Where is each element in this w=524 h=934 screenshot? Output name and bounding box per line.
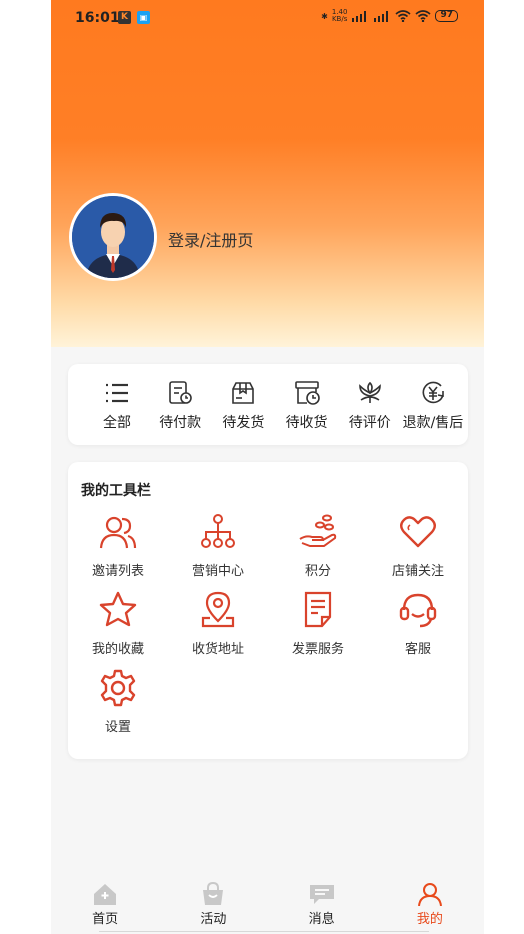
tool-settings-label: 设置 bbox=[104, 720, 131, 735]
tool-customer-service-label: 客服 bbox=[404, 642, 431, 657]
order-pending-review[interactable]: 待评价 bbox=[341, 380, 399, 445]
order-pending-receipt-label: 待收货 bbox=[285, 415, 328, 431]
invoice-icon bbox=[304, 591, 332, 628]
list-icon bbox=[106, 383, 128, 403]
message-icon bbox=[309, 885, 334, 904]
tab-mine[interactable]: 我的 bbox=[376, 874, 484, 934]
tool-marketing-center[interactable]: 营销中心 bbox=[168, 512, 268, 590]
flower-review-icon bbox=[358, 381, 381, 403]
businessman-avatar-icon bbox=[72, 196, 154, 278]
bottom-tab-bar: 首页 活动 消息 我的 bbox=[51, 874, 484, 934]
location-pin-icon bbox=[201, 591, 235, 628]
shopping-bag-icon bbox=[203, 882, 224, 905]
gear-icon bbox=[100, 669, 136, 707]
yen-refund-icon bbox=[422, 381, 444, 404]
tool-points-label: 积分 bbox=[304, 564, 331, 579]
wifi-2-icon bbox=[415, 10, 431, 22]
profile-header: 16:01 K ▣ ✱ 1.40 KB/s 97 登录/注册页 bbox=[51, 0, 484, 347]
user-icon bbox=[417, 883, 442, 906]
tab-messages[interactable]: 消息 bbox=[268, 874, 376, 934]
tool-store-follow-label: 店铺关注 bbox=[391, 564, 444, 579]
tool-points[interactable]: 积分 bbox=[268, 512, 368, 590]
battery-indicator: 97 bbox=[435, 10, 458, 22]
status-time: 16:01 bbox=[75, 10, 120, 26]
status-bar: 16:01 K ▣ ✱ 1.40 KB/s 97 bbox=[51, 0, 484, 36]
tab-mine-label: 我的 bbox=[416, 912, 443, 927]
heart-icon bbox=[400, 516, 436, 548]
box-clock-icon bbox=[294, 381, 320, 405]
bluetooth-icon: ✱ bbox=[321, 11, 328, 21]
order-refund[interactable]: 退款/售后 bbox=[402, 380, 464, 445]
tool-customer-service[interactable]: 客服 bbox=[368, 590, 468, 668]
tool-invite-list-label: 邀请列表 bbox=[91, 564, 144, 579]
tab-messages-label: 消息 bbox=[308, 912, 335, 927]
login-register-link[interactable]: 登录/注册页 bbox=[168, 227, 253, 251]
order-pending-payment[interactable]: 待付款 bbox=[151, 380, 209, 445]
tool-favorites-label: 我的收藏 bbox=[91, 642, 144, 657]
avatar[interactable] bbox=[69, 193, 157, 281]
phone-screen: 16:01 K ▣ ✱ 1.40 KB/s 97 登录/注册页 全部 待付款 待… bbox=[51, 0, 484, 934]
points-hand-icon bbox=[299, 514, 337, 547]
tool-store-follow[interactable]: 店铺关注 bbox=[368, 512, 468, 590]
notification-app2-icon: ▣ bbox=[137, 11, 150, 24]
tool-favorites[interactable]: 我的收藏 bbox=[68, 590, 168, 668]
users-icon bbox=[99, 516, 137, 549]
notification-app-icon: K bbox=[118, 11, 131, 24]
wifi-1-icon bbox=[395, 10, 411, 22]
tab-divider bbox=[99, 931, 429, 932]
tool-invite-list[interactable]: 邀请列表 bbox=[68, 512, 168, 590]
order-pending-review-label: 待评价 bbox=[348, 415, 391, 431]
order-all[interactable]: 全部 bbox=[88, 380, 146, 445]
signal-2-icon bbox=[374, 11, 389, 22]
tool-settings[interactable]: 设置 bbox=[68, 668, 168, 746]
tab-activity[interactable]: 活动 bbox=[159, 874, 267, 934]
status-right: ✱ 1.40 KB/s 97 bbox=[321, 9, 458, 23]
home-icon bbox=[94, 884, 117, 905]
network-speed: 1.40 KB/s bbox=[332, 9, 348, 23]
order-pending-receipt[interactable]: 待收货 bbox=[278, 380, 336, 445]
speed-unit: KB/s bbox=[331, 15, 348, 23]
tool-invoice-service-label: 发票服务 bbox=[291, 642, 344, 657]
headset-icon bbox=[399, 593, 437, 628]
tool-invoice-service[interactable]: 发票服务 bbox=[268, 590, 368, 668]
payment-pending-icon bbox=[169, 381, 192, 404]
order-status-card: 全部 待付款 待发货 待收货 待评价 退款/售后 bbox=[68, 364, 468, 445]
order-pending-shipment[interactable]: 待发货 bbox=[214, 380, 272, 445]
tools-grid: 邀请列表 营销中心 积分 店铺关注 我的收藏 收货地址 发票服务 客服 设置 bbox=[68, 512, 468, 746]
package-icon bbox=[232, 382, 255, 404]
order-all-label: 全部 bbox=[103, 415, 131, 431]
tab-home[interactable]: 首页 bbox=[51, 874, 159, 934]
signal-1-icon bbox=[352, 11, 367, 22]
tool-shipping-address-label: 收货地址 bbox=[191, 642, 244, 657]
tool-marketing-center-label: 营销中心 bbox=[191, 564, 244, 579]
order-pending-shipment-label: 待发货 bbox=[222, 415, 265, 431]
star-icon bbox=[99, 591, 137, 627]
tools-card: 我的工具栏 邀请列表 营销中心 积分 店铺关注 我的收藏 收货地址 发票服务 客… bbox=[68, 462, 468, 759]
tools-title: 我的工具栏 bbox=[81, 483, 151, 499]
tab-home-label: 首页 bbox=[92, 912, 119, 927]
tool-shipping-address[interactable]: 收货地址 bbox=[168, 590, 268, 668]
order-refund-label: 退款/售后 bbox=[402, 415, 464, 431]
tab-activity-label: 活动 bbox=[200, 912, 227, 927]
hierarchy-icon bbox=[201, 514, 235, 548]
order-pending-payment-label: 待付款 bbox=[159, 415, 202, 431]
